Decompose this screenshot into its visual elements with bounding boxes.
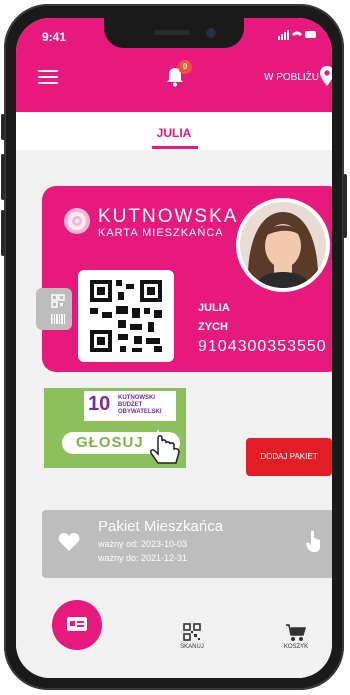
notification-badge: 0 — [178, 60, 192, 74]
power-button — [343, 174, 347, 238]
package-valid-to: ważny do: 2021-12-31 — [98, 553, 188, 563]
tab-julia[interactable]: JULIA — [16, 126, 332, 140]
card-last-name: ZYCH — [198, 321, 228, 333]
budget-vote-banner[interactable]: 10 KUTNOWSKI BUDŻET OBYWATELSKI GŁOSUJ — [44, 388, 186, 468]
hamburger-menu-icon[interactable] — [38, 70, 58, 84]
status-time: 9:41 — [42, 30, 67, 44]
package-card[interactable]: Pakiet Mieszkańca ważny od: 2023-10-03 w… — [42, 510, 332, 578]
heart-icon — [58, 532, 80, 557]
app-screen: 0 W POBLIŻU 9:41 JULIA KUTNOWSKA KARTA M… — [16, 18, 332, 678]
nearby-link[interactable]: W POBLIŻU — [264, 72, 319, 83]
card-number: 9104300353550 — [198, 338, 327, 355]
volume-up-button — [1, 154, 5, 200]
scan-nav-item[interactable]: SKANUJ — [174, 622, 210, 650]
cart-label: KOSZYK — [283, 644, 309, 650]
bell-icon[interactable]: 0 — [164, 60, 192, 90]
status-icons — [278, 29, 318, 43]
cart-nav-item[interactable]: KOSZYK — [278, 622, 314, 650]
phone-frame: 0 W POBLIŻU 9:41 JULIA KUTNOWSKA KARTA M… — [1, 4, 347, 690]
budget-logo-line1: KUTNOWSKI — [118, 395, 155, 401]
pointer-hand-icon — [146, 430, 184, 471]
resident-card[interactable]: KUTNOWSKA KARTA MIESZKAŃCA JULIA ZYCH 91… — [36, 186, 332, 372]
budget-logo-line3: OBYWATELSKI — [118, 409, 162, 415]
scan-label: SKANUJ — [180, 644, 204, 650]
budget-logo-badge: 10 — [88, 393, 111, 415]
mute-switch — [1, 114, 5, 140]
add-package-button[interactable]: DODAJ PAKIET — [246, 438, 332, 476]
tap-hand-icon — [306, 530, 322, 557]
volume-down-button — [1, 210, 5, 256]
qr-code[interactable] — [78, 270, 174, 362]
phone-notch — [104, 18, 244, 48]
card-first-name: JULIA — [198, 302, 230, 314]
profile-tab-bar: JULIA — [16, 112, 332, 150]
budget-logo: 10 KUTNOWSKI BUDŻET OBYWATELSKI — [84, 391, 176, 421]
card-brand-title: KUTNOWSKA — [98, 206, 239, 227]
scan-icon — [183, 623, 201, 641]
rose-logo-icon — [62, 206, 92, 241]
speaker-grille — [154, 30, 190, 35]
tab-active-indicator — [152, 146, 198, 149]
card-flip-tab[interactable] — [36, 288, 72, 330]
camera — [206, 28, 216, 38]
package-valid-from: ważny od: 2023-10-03 — [98, 539, 188, 549]
package-title: Pakiet Mieszkańca — [98, 518, 224, 535]
vote-button-label: GŁOSUJ — [76, 434, 144, 451]
card-brand-subtitle: KARTA MIESZKAŃCA — [98, 227, 224, 239]
avatar — [236, 198, 330, 292]
budget-logo-line2: BUDŻET — [118, 402, 143, 408]
location-pin-icon[interactable] — [320, 66, 332, 91]
cart-icon — [286, 624, 306, 641]
card-fab-button[interactable] — [52, 600, 102, 650]
